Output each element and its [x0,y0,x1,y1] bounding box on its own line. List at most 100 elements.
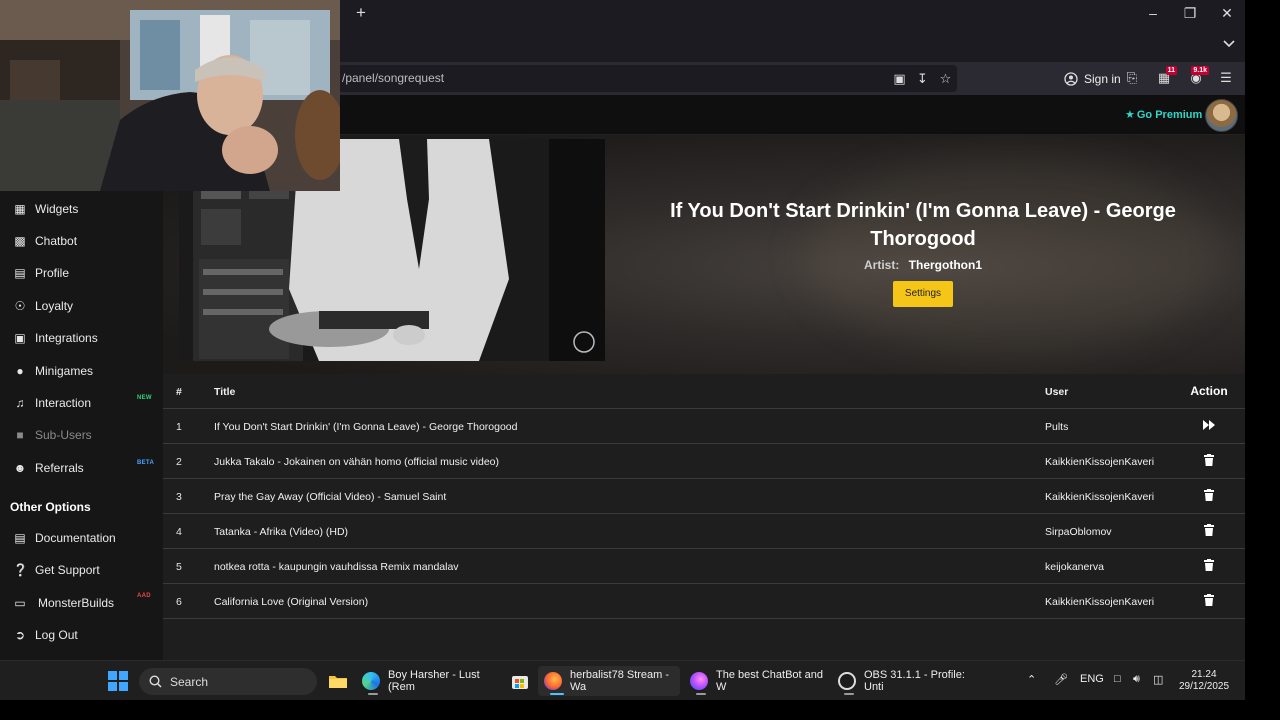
store-button[interactable] [505,666,531,696]
go-premium-label: Go Premium [1136,108,1203,121]
now-playing-artist: Artist: Thergothon1 [653,258,1193,272]
sidebar-item-monsterbuilds[interactable]: ▭ MonsterBuilds AAD [0,588,163,618]
row-user: keijokanerva [1045,561,1104,573]
table-header: # Title User Action [163,374,1245,409]
other-options-heading: Other Options [10,500,91,514]
sidebar-item-label: Integrations [35,331,98,345]
battery-icon[interactable]: ◫ [1153,673,1163,686]
question-icon: ❔ [13,563,28,577]
robot-icon: ▩ [14,234,26,248]
task-label: Boy Harsher - Lust (Rem [388,669,480,693]
sidebar-item-documentation[interactable]: ▤ Documentation [0,523,163,553]
new-tab-button[interactable]: + [352,4,370,22]
row-user: KaikkienKissojenKaveri [1045,456,1155,468]
delete-button[interactable] [1189,594,1229,609]
extension-icon-2[interactable]: ◉ 9.1k [1187,66,1209,87]
users-icon: ☻ [13,461,27,475]
table-row[interactable]: 3 Pray the Gay Away (Official Video) - S… [163,479,1245,514]
avatar[interactable] [1205,99,1238,132]
bookmark-star-icon[interactable]: ☆ [938,71,953,86]
download-icon[interactable]: ↧ [915,71,930,86]
tray-overflow-chevron-icon[interactable]: ⌃ [1027,673,1036,686]
row-num: 5 [176,561,182,573]
store-icon [512,676,528,689]
network-icon[interactable]: □ [1114,673,1121,685]
microphone-icon[interactable]: 🎤︎ [1054,673,1068,686]
language-indicator[interactable]: ENG [1080,673,1104,685]
sidebar-item-interaction[interactable]: ♫ Interaction NEW [0,388,163,418]
extensions-puzzle-icon[interactable]: ⎘ [1123,69,1141,87]
settings-button[interactable]: Settings [893,281,953,307]
list-all-tabs-button[interactable] [1220,36,1238,52]
ad-badge: AAD [137,593,151,599]
trash-icon [1204,524,1214,536]
task-label: The best ChatBot and W [716,669,824,693]
row-num: 3 [176,491,182,503]
sidebar-item-get-support[interactable]: ❔ Get Support [0,555,163,585]
address-bar[interactable]: /panel/songrequest ▣ ↧ ☆ [330,65,957,92]
delete-button[interactable] [1189,489,1229,504]
table-row[interactable]: 2 Jukka Takalo - Jokainen on vähän homo … [163,444,1245,479]
task-label: OBS 31.1.1 - Profile: Unti [864,669,965,693]
sign-in-button[interactable]: Sign in [1058,66,1127,91]
search-label: Search [170,674,209,689]
sidebar-item-referrals[interactable]: ☻ Referrals BETA [0,453,163,483]
widgets-icon: ▦ [14,202,26,216]
skip-button[interactable] [1189,419,1229,434]
sidebar: ▦ Widgets ▩ Chatbot ▤ Profile ☉ Loyalty … [0,135,163,660]
sidebar-item-label: Minigames [35,364,94,378]
close-window-button[interactable]: ✕ [1217,4,1237,22]
table-row[interactable]: 1 If You Don't Start Drinkin' (I'm Gonna… [163,409,1245,444]
table-row[interactable]: 6 California Love (Original Version) Kai… [163,584,1245,619]
running-indicator [844,693,854,695]
url-text[interactable]: /panel/songrequest [342,71,444,85]
go-premium-link[interactable]: ★ Go Premium [1125,108,1203,122]
sidebar-item-label: Chatbot [35,234,78,248]
firefox-icon [544,672,562,690]
sidebar-item-widgets[interactable]: ▦ Widgets [0,194,163,224]
start-button[interactable] [108,671,128,691]
trash-icon [1204,594,1214,606]
sidebar-item-profile[interactable]: ▤ Profile [0,258,163,288]
delete-button[interactable] [1189,524,1229,539]
delete-button[interactable] [1189,559,1229,574]
row-user: KaikkienKissojenKaveri [1045,596,1155,608]
trash-icon [1204,559,1214,571]
table-row[interactable]: 5 notkea rotta - kaupungin vauhdissa Rem… [163,549,1245,584]
taskbar-item-firefox-dev[interactable]: The best ChatBot and W [684,666,828,696]
restore-button[interactable]: ❐ [1180,4,1200,22]
row-user: KaikkienKissojenKaveri [1045,491,1155,503]
clock-time: 21.24 [1191,669,1217,680]
running-indicator [368,693,378,695]
artist-name: Thergothon1 [908,258,982,272]
sidebar-item-label: Referrals [35,461,84,475]
taskbar-clock[interactable]: 21.24 29/12/2025 [1176,669,1232,693]
chevron-down-icon [1223,40,1235,48]
sidebar-item-minigames[interactable]: ● Minigames [0,356,163,386]
sidebar-item-sub-users[interactable]: ■ Sub-Users [0,420,163,450]
minimize-button[interactable]: – [1143,4,1163,22]
sidebar-item-integrations[interactable]: ▣ Integrations [0,323,163,353]
header-user: User [1045,386,1069,398]
task-label: herbalist78 Stream - Wa [570,669,670,693]
volume-icon[interactable]: 🔊︎ [1133,673,1140,686]
taskbar-item-firefox[interactable]: herbalist78 Stream - Wa [538,666,680,696]
windows-logo-icon [108,671,117,680]
delete-button[interactable] [1189,454,1229,469]
sidebar-item-loyalty[interactable]: ☉ Loyalty [0,291,163,321]
sidebar-item-log-out[interactable]: ➲ Log Out [0,620,163,650]
table-row[interactable]: 4 Tatanka - Afrika (Video) (HD) SirpaObl… [163,514,1245,549]
restore-icon: ❐ [1183,5,1197,21]
taskbar-item-obs[interactable]: OBS 31.1.1 - Profile: Unti [832,666,972,696]
sidebar-item-chatbot[interactable]: ▩ Chatbot [0,226,163,256]
taskbar-search[interactable]: Search [139,668,317,695]
song-queue-table: # Title User Action 1 If You Don't Start… [163,374,1245,660]
taskbar-item-edge[interactable]: Boy Harsher - Lust (Rem [356,666,496,696]
extension-icon[interactable]: ▦ 11 [1155,66,1177,87]
row-num: 2 [176,456,182,468]
trash-icon [1204,454,1214,466]
menu-icon[interactable]: ☰ [1217,69,1235,87]
file-explorer-button[interactable] [322,666,352,696]
row-title: notkea rotta - kaupungin vauhdissa Remix… [214,561,459,573]
picture-in-picture-icon[interactable]: ▣ [892,71,907,86]
